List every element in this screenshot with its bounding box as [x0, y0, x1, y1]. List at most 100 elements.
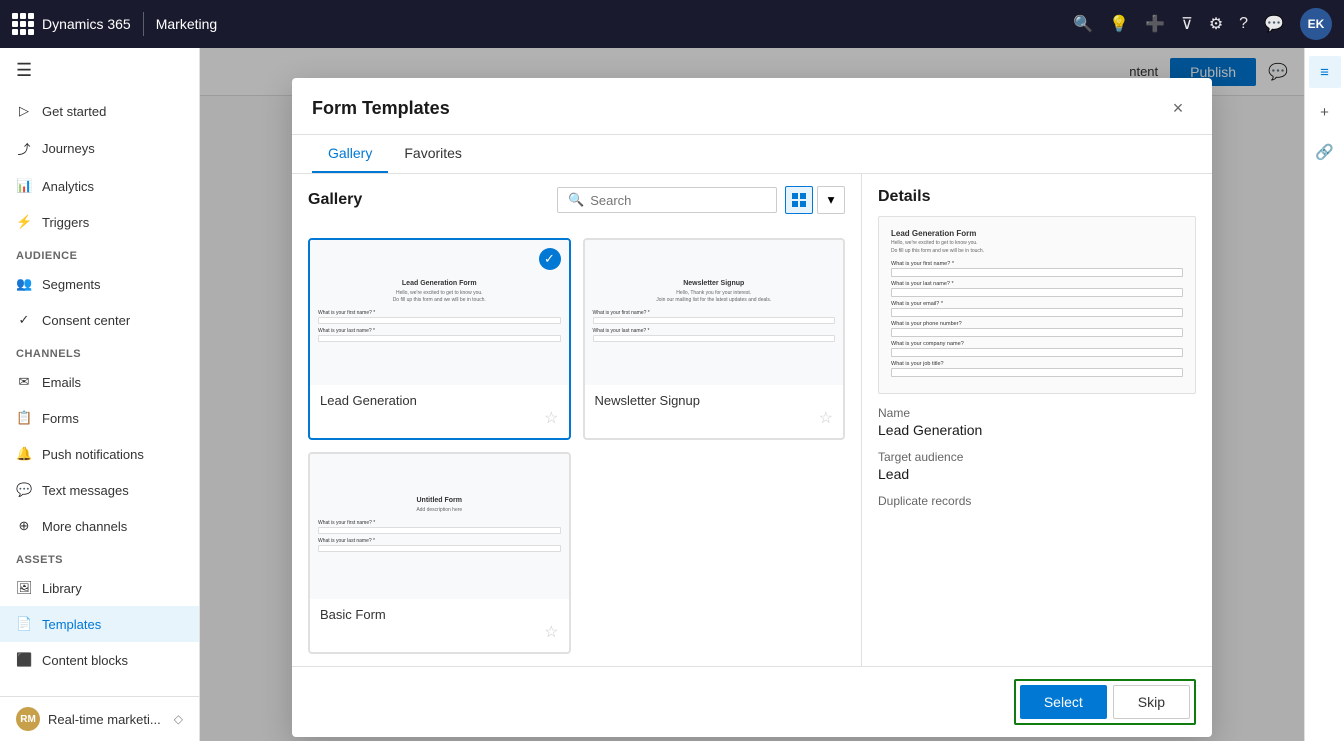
- sidebar-label-forms: Forms: [42, 411, 79, 426]
- template-card-lead-generation[interactable]: ✓ Lead Generation Form Hello, we're exci…: [308, 238, 571, 440]
- content-blocks-icon: ⬛: [16, 652, 32, 668]
- meta-name-row: Name Lead Generation: [878, 406, 1196, 438]
- modal-tabs: Gallery Favorites: [292, 135, 1212, 174]
- mini-form-title: Lead Generation Form: [318, 280, 561, 287]
- main-layout: ☰ ▷ Get started ⤴ Journeys 📊 Analytics ⚡…: [0, 48, 1344, 741]
- sidebar-item-emails[interactable]: ✉ Emails: [0, 364, 199, 400]
- assets-section-label: Assets: [0, 544, 199, 570]
- meta-name-value: Lead Generation: [878, 422, 1196, 438]
- favorite-icon-newsletter[interactable]: ☆: [819, 408, 833, 428]
- skip-button[interactable]: Skip: [1113, 685, 1190, 719]
- topbar: Dynamics 365 Marketing 🔍 💡 ➕ ⊽ ⚙ ? 💬 EK: [0, 0, 1344, 48]
- tab-favorites[interactable]: Favorites: [388, 135, 478, 173]
- sidebar-label-segments: Segments: [42, 277, 101, 292]
- grid-view-button[interactable]: [785, 186, 813, 214]
- right-sidebar-add-icon[interactable]: +: [1309, 96, 1341, 128]
- sidebar-item-forms[interactable]: 📋 Forms: [0, 400, 199, 436]
- grid-view-icon: [792, 193, 806, 207]
- modal-close-button[interactable]: ×: [1164, 94, 1192, 122]
- templates-icon: 📄: [16, 616, 32, 632]
- help-icon[interactable]: ?: [1239, 15, 1248, 33]
- sidebar-item-consent-center[interactable]: ✓ Consent center: [0, 302, 199, 338]
- template-card-newsletter[interactable]: Newsletter Signup Hello, Thank you for y…: [583, 238, 846, 440]
- view-toggle: ▾: [785, 186, 845, 214]
- sidebar-item-get-started[interactable]: ▷ Get started: [0, 93, 199, 129]
- sidebar-item-text-messages[interactable]: 💬 Text messages: [0, 472, 199, 508]
- get-started-icon: ▷: [16, 103, 32, 119]
- template-name-basic: Basic Form: [310, 599, 569, 652]
- segments-icon: 👥: [16, 276, 32, 292]
- sidebar: ☰ ▷ Get started ⤴ Journeys 📊 Analytics ⚡…: [0, 48, 200, 741]
- sidebar-item-push-notifications[interactable]: 🔔 Push notifications: [0, 436, 199, 472]
- right-sidebar-properties-icon[interactable]: ≡: [1309, 56, 1341, 88]
- analytics-icon: 📊: [16, 178, 32, 194]
- sidebar-item-triggers[interactable]: ⚡ Triggers: [0, 204, 199, 240]
- search-icon[interactable]: 🔍: [1073, 14, 1093, 34]
- modal-footer: Select Skip: [292, 666, 1212, 737]
- realtime-avatar: RM: [16, 707, 40, 731]
- sidebar-item-content-blocks[interactable]: ⬛ Content blocks: [0, 642, 199, 678]
- tab-gallery[interactable]: Gallery: [312, 135, 388, 173]
- sidebar-label-more: More channels: [42, 519, 127, 534]
- gallery-title: Gallery: [308, 191, 549, 209]
- lightbulb-icon[interactable]: 💡: [1109, 14, 1129, 34]
- details-meta: Name Lead Generation Target audience Lea…: [862, 406, 1212, 666]
- meta-duplicate-row: Duplicate records: [878, 494, 1196, 508]
- template-card-basic[interactable]: Untitled Form Add description here What …: [308, 452, 571, 654]
- more-channels-icon: ⊕: [16, 518, 32, 534]
- topbar-divider: [143, 12, 144, 36]
- gallery-section: Gallery 🔍: [292, 174, 862, 666]
- filter-icon[interactable]: ⊽: [1181, 14, 1193, 34]
- modal-header: Form Templates ×: [292, 78, 1212, 135]
- details-preview: Lead Generation Form Hello, we're excite…: [878, 216, 1196, 394]
- sidebar-label-library: Library: [42, 581, 82, 596]
- meta-duplicate-label: Duplicate records: [878, 494, 1196, 508]
- sidebar-item-library[interactable]: 🖼 Library: [0, 570, 199, 606]
- sidebar-item-templates[interactable]: 📄 Templates: [0, 606, 199, 642]
- sidebar-label-content-blocks: Content blocks: [42, 653, 128, 668]
- search-input[interactable]: [590, 193, 766, 208]
- settings-icon[interactable]: ⚙: [1209, 14, 1223, 34]
- sidebar-item-more-channels[interactable]: ⊕ More channels: [0, 508, 199, 544]
- select-button[interactable]: Select: [1020, 685, 1107, 719]
- consent-icon: ✓: [16, 312, 32, 328]
- sidebar-label-text: Text messages: [42, 483, 129, 498]
- sidebar-label-templates: Templates: [42, 617, 101, 632]
- sidebar-label-emails: Emails: [42, 375, 81, 390]
- details-title: Details: [862, 174, 1212, 216]
- user-avatar[interactable]: EK: [1300, 8, 1332, 40]
- favorite-icon-basic[interactable]: ☆: [544, 622, 558, 642]
- meta-name-label: Name: [878, 406, 1196, 420]
- favorite-icon-lead[interactable]: ☆: [544, 408, 558, 428]
- sidebar-hamburger[interactable]: ☰: [0, 48, 199, 93]
- sidebar-item-journeys[interactable]: ⤴ Journeys: [0, 129, 199, 168]
- sidebar-bottom: RM Real-time marketi... ◇: [0, 696, 199, 741]
- chat-icon[interactable]: 💬: [1264, 14, 1284, 34]
- sidebar-label-push: Push notifications: [42, 447, 144, 462]
- sidebar-bottom-realtime[interactable]: RM Real-time marketi... ◇: [0, 697, 199, 741]
- meta-audience-value: Lead: [878, 466, 1196, 482]
- emails-icon: ✉: [16, 374, 32, 390]
- library-icon: 🖼: [16, 580, 32, 596]
- right-sidebar-link-icon[interactable]: 🔗: [1309, 136, 1341, 168]
- footer-action-box: Select Skip: [1014, 679, 1196, 725]
- list-view-button[interactable]: ▾: [817, 186, 845, 214]
- channels-section-label: Channels: [0, 338, 199, 364]
- selected-check-icon: ✓: [539, 248, 561, 270]
- search-box[interactable]: 🔍: [557, 187, 777, 213]
- triggers-icon: ⚡: [16, 214, 32, 230]
- plus-icon[interactable]: ➕: [1145, 14, 1165, 34]
- sidebar-item-analytics[interactable]: 📊 Analytics: [0, 168, 199, 204]
- search-icon: 🔍: [568, 192, 584, 208]
- template-preview-lead: Lead Generation Form Hello, we're excite…: [310, 240, 569, 385]
- mini-form-subtitle: Hello, we're excited to get to know you.…: [318, 290, 561, 304]
- details-form-subtitle: Hello, we're excited to get to know you.…: [891, 240, 1183, 255]
- sidebar-item-segments[interactable]: 👥 Segments: [0, 266, 199, 302]
- template-preview-basic: Untitled Form Add description here What …: [310, 454, 569, 599]
- text-icon: 💬: [16, 482, 32, 498]
- gallery-grid: ✓ Lead Generation Form Hello, we're exci…: [292, 226, 861, 666]
- app-logo: Dynamics 365: [12, 13, 131, 35]
- diamond-icon: ◇: [174, 712, 183, 726]
- push-icon: 🔔: [16, 446, 32, 462]
- modal-form-templates: Form Templates × Gallery Favorites: [292, 78, 1212, 737]
